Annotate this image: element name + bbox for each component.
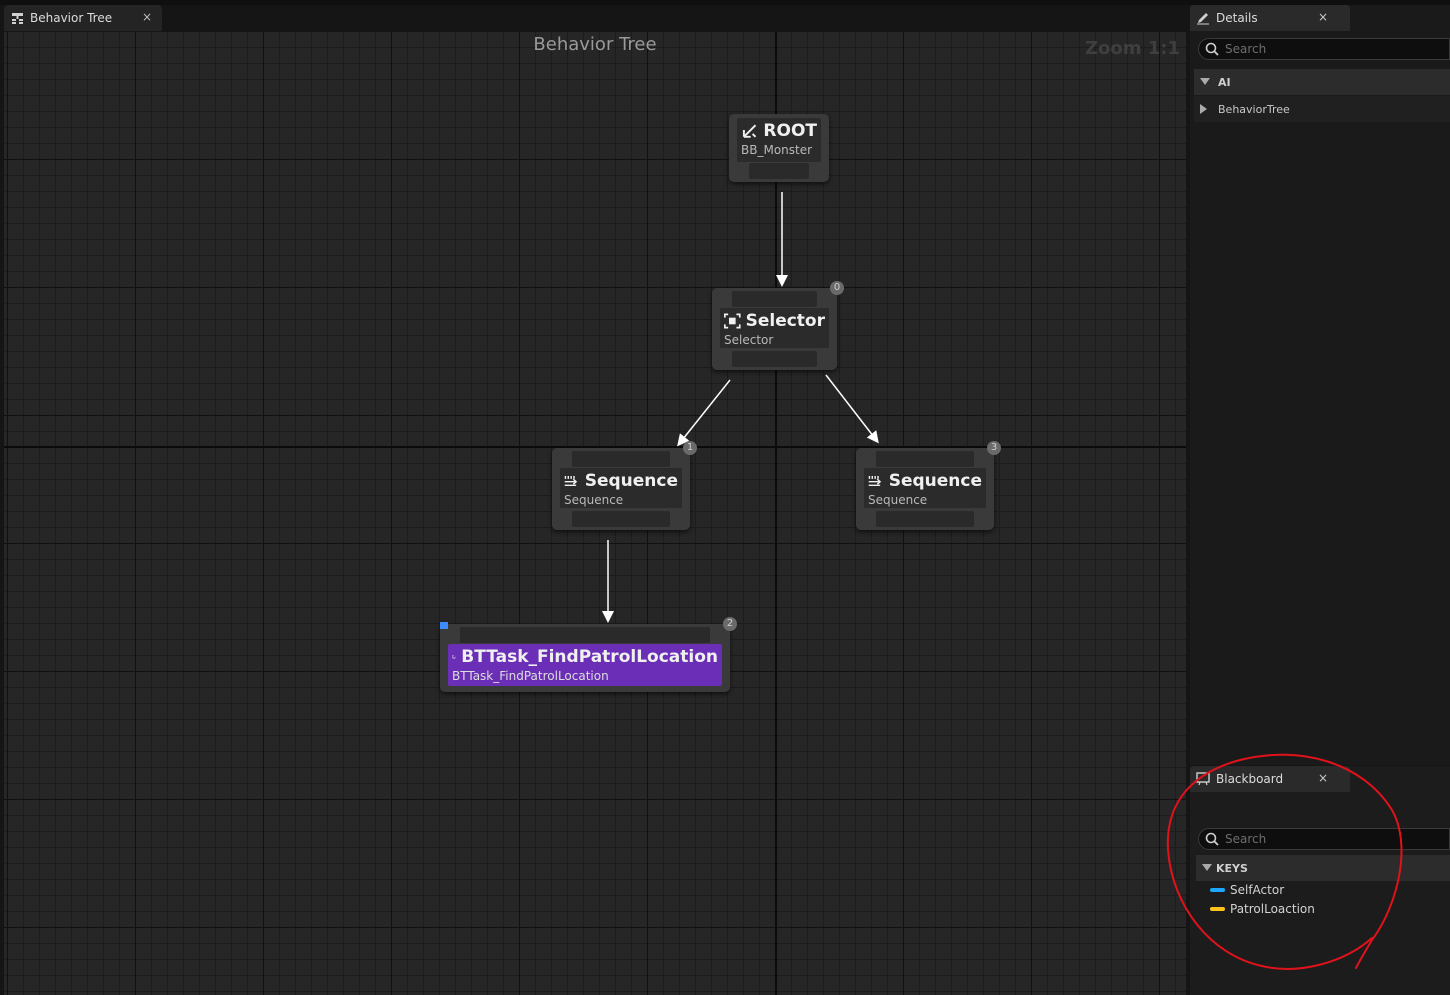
selector-subtitle: Selector bbox=[724, 333, 774, 347]
selector-title: Selector bbox=[745, 311, 825, 331]
task-subtitle: BTTask_FindPatrolLocation bbox=[452, 669, 609, 683]
sequence-subtitle: Sequence bbox=[564, 493, 624, 507]
category-label: AI bbox=[1218, 75, 1231, 89]
sequence-title: Sequence bbox=[584, 471, 678, 491]
object-key-type-icon bbox=[1210, 888, 1225, 892]
sequence-subtitle: Sequence bbox=[868, 493, 928, 507]
selector-output-pin[interactable] bbox=[732, 351, 817, 367]
key-name: PatrolLoaction bbox=[1230, 902, 1315, 916]
blackboard-panel: Blackboard × KEYS SelfActor PatrolLoacti… bbox=[1190, 766, 1450, 995]
root-title: ROOT bbox=[763, 121, 817, 141]
details-tab-label: Details bbox=[1216, 11, 1258, 25]
task-input-pin[interactable] bbox=[460, 627, 710, 643]
execution-index-badge: 0 bbox=[830, 281, 844, 295]
tab-label: Behavior Tree bbox=[30, 11, 113, 25]
category-label: KEYS bbox=[1216, 861, 1248, 875]
execution-index-badge: 2 bbox=[723, 617, 737, 631]
execution-index-badge: 1 bbox=[683, 441, 697, 455]
sequence-title: Sequence bbox=[888, 471, 982, 491]
tab-details[interactable]: Details × bbox=[1190, 5, 1350, 31]
details-close-button[interactable]: × bbox=[1318, 10, 1328, 24]
details-item-behaviortree[interactable]: BehaviorTree bbox=[1194, 96, 1450, 122]
selector-icon bbox=[724, 313, 741, 329]
sequence-node-left[interactable]: Sequence Sequence 1 bbox=[552, 441, 697, 530]
sequence-input-pin[interactable] bbox=[572, 451, 670, 467]
details-search-input[interactable] bbox=[1225, 42, 1425, 56]
sequence-icon bbox=[868, 476, 882, 486]
blackboard-icon bbox=[1196, 772, 1210, 786]
blackboard-search-input[interactable] bbox=[1225, 832, 1425, 846]
breakpoint-flag-icon bbox=[440, 622, 448, 629]
selector-input-pin[interactable] bbox=[732, 291, 817, 307]
search-icon bbox=[1205, 42, 1219, 56]
root-output-pin[interactable] bbox=[749, 163, 809, 179]
details-panel: Details × AI BehaviorTree bbox=[1190, 5, 1450, 765]
blackboard-tab-label: Blackboard bbox=[1216, 772, 1284, 786]
task-node-find-patrol-location[interactable]: BTTask_FindPatrolLocation BTTask_FindPat… bbox=[440, 617, 737, 692]
root-node[interactable]: ROOT BB_Monster bbox=[729, 114, 829, 182]
sequence-output-pin[interactable] bbox=[572, 511, 670, 527]
root-icon bbox=[742, 124, 757, 138]
sequence-output-pin[interactable] bbox=[876, 511, 974, 527]
search-icon bbox=[1205, 832, 1219, 846]
pencil-icon bbox=[1197, 13, 1209, 25]
blackboard-key-selfactor[interactable]: SelfActor bbox=[1210, 883, 1284, 897]
blackboard-category-keys[interactable]: KEYS bbox=[1196, 855, 1450, 881]
details-category-ai[interactable]: AI bbox=[1194, 69, 1450, 95]
chevron-down-icon bbox=[1200, 78, 1210, 85]
task-icon bbox=[452, 655, 456, 659]
blackboard-close-button[interactable]: × bbox=[1318, 771, 1328, 785]
blackboard-search[interactable] bbox=[1198, 828, 1450, 850]
behavior-tree-graph[interactable]: Behavior Tree Zoom 1:1 ROOT BB_Monster S… bbox=[4, 32, 1186, 995]
selector-node[interactable]: Selector Selector 0 bbox=[712, 281, 844, 370]
key-name: SelfActor bbox=[1230, 883, 1285, 897]
vector-key-type-icon bbox=[1210, 907, 1225, 911]
behavior-tree-icon bbox=[12, 12, 23, 24]
details-search[interactable] bbox=[1198, 38, 1450, 60]
sequence-input-pin[interactable] bbox=[876, 451, 974, 467]
sequence-icon bbox=[564, 476, 578, 486]
tab-behavior-tree[interactable]: Behavior Tree × bbox=[4, 5, 162, 31]
root-subtitle: BB_Monster bbox=[741, 143, 813, 157]
chevron-right-icon bbox=[1200, 104, 1207, 114]
item-label: BehaviorTree bbox=[1218, 102, 1290, 116]
task-title: BTTask_FindPatrolLocation bbox=[461, 647, 718, 667]
tab-close-button[interactable]: × bbox=[142, 10, 152, 24]
execution-index-badge: 3 bbox=[987, 441, 1001, 455]
chevron-down-icon bbox=[1202, 864, 1212, 871]
tab-blackboard[interactable]: Blackboard × bbox=[1190, 766, 1350, 792]
wire-selector-sequence-right bbox=[825, 374, 879, 444]
sequence-node-right[interactable]: Sequence Sequence 3 bbox=[856, 441, 1001, 530]
wire-selector-sequence-left bbox=[677, 379, 731, 447]
blackboard-key-patrolloaction[interactable]: PatrolLoaction bbox=[1210, 902, 1315, 916]
